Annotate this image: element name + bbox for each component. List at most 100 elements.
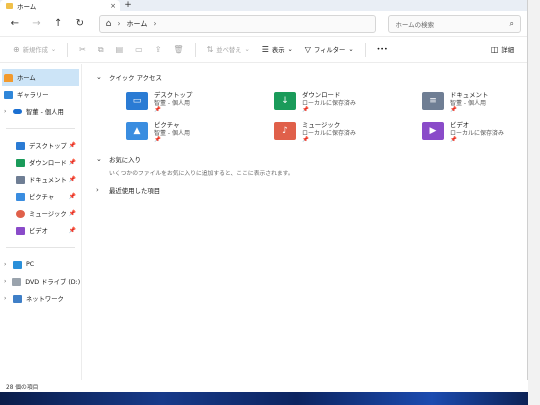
status-bar: 28 個の項目 (0, 380, 528, 392)
item-location: 智董 - 個人用 (450, 99, 486, 107)
chevron-right-icon[interactable]: › (4, 108, 9, 115)
forward-button[interactable]: → (28, 15, 46, 33)
sidebar-item-label: ドキュメント (29, 177, 67, 184)
pin-icon: 📌 (450, 137, 457, 143)
sidebar-item-network[interactable]: › ネットワーク (0, 290, 81, 307)
gallery-icon (4, 90, 13, 99)
pin-icon[interactable]: 📌 (69, 142, 76, 149)
scissors-icon: ✂ (79, 45, 86, 54)
video-folder-icon: ▶ (422, 122, 444, 140)
chevron-down-icon: ⌄ (244, 46, 250, 53)
pin-icon[interactable]: 📌 (69, 227, 76, 234)
desktop-wallpaper (0, 392, 540, 405)
file-explorer-window: ホーム × + ← → ↑ ↻ ⌂ › ホーム › ホームの検索 ⌕ ⊕ 新規作… (0, 0, 528, 392)
rename-icon: ▭ (135, 45, 143, 54)
document-icon (16, 175, 25, 184)
sidebar-item-downloads[interactable]: ダウンロード 📌 (0, 154, 81, 171)
sidebar-item-label: ピクチャ (29, 194, 55, 201)
sidebar-item-desktop[interactable]: デスクトップ 📌 (0, 137, 81, 154)
item-name: ドキュメント (450, 91, 489, 99)
sidebar-item-gallery[interactable]: ギャラリー (0, 86, 81, 103)
sidebar-item-home[interactable]: ホーム (2, 69, 79, 86)
sidebar-item-label: デスクトップ (29, 143, 67, 150)
pin-icon[interactable]: 📌 (69, 176, 76, 183)
quick-access-header[interactable]: ⌄ クイック アクセス (96, 70, 540, 84)
trash-icon: 🗑 (173, 45, 184, 54)
sidebar-item-label: PC (26, 261, 35, 268)
pin-icon: 📌 (302, 107, 309, 113)
paste-button[interactable]: ▤ (111, 41, 129, 59)
sidebar-item-pictures[interactable]: ピクチャ 📌 (0, 188, 81, 205)
chevron-right-icon[interactable]: › (4, 295, 9, 302)
sort-button[interactable]: ⇅ 並べ替え ⌄ (202, 41, 255, 59)
sidebar-item-pc[interactable]: › PC (0, 256, 81, 273)
tab-title: ホーム (17, 2, 37, 11)
up-button[interactable]: ↑ (49, 15, 67, 33)
filter-icon: ▽ (304, 45, 311, 54)
chevron-right-icon[interactable]: › (153, 19, 156, 28)
delete-button[interactable]: 🗑 (168, 41, 188, 59)
pin-icon[interactable]: 📌 (69, 210, 76, 217)
pin-icon[interactable]: 📌 (69, 159, 76, 166)
favorites-header[interactable]: ⌄ お気に入り (96, 152, 540, 166)
back-button[interactable]: ← (6, 15, 24, 33)
search-input[interactable]: ホームの検索 ⌕ (388, 14, 522, 33)
quick-access-music[interactable]: ♪ ミュージック ローカルに保存済み 📌 (274, 121, 422, 146)
desktop-icon (16, 141, 25, 150)
chevron-right-icon[interactable]: › (96, 186, 102, 194)
home-icon (4, 73, 13, 82)
cut-button[interactable]: ✂ (74, 41, 91, 59)
refresh-button[interactable]: ↻ (71, 15, 89, 33)
favorites-empty-hint: いくつかのファイルをお気に入りに追加すると、ここに表示されます。 (109, 171, 294, 177)
new-button[interactable]: ⊕ 新規作成 ⌄ (8, 41, 61, 59)
chevron-down-icon[interactable]: ⌄ (96, 73, 102, 81)
divider (194, 42, 196, 57)
sidebar-item-documents[interactable]: ドキュメント 📌 (0, 171, 81, 188)
copy-button[interactable]: ⧉ (93, 41, 109, 59)
chevron-right-icon[interactable]: › (4, 278, 8, 285)
quick-access-desktop[interactable]: ▭ デスクトップ 智董 - 個人用 📌 (126, 91, 274, 116)
new-tab-button[interactable]: + (120, 0, 136, 11)
section-title: 最近使用した項目 (109, 186, 161, 195)
sidebar-item-label: 智董 - 個人用 (26, 109, 64, 116)
more-options-button[interactable]: ••• (372, 41, 393, 59)
chevron-right-icon[interactable]: › (117, 19, 120, 28)
recent-header[interactable]: › 最近使用した項目 (96, 183, 540, 197)
sort-button-label: 並べ替え (216, 47, 242, 54)
sidebar-item-dvd-drive[interactable]: › DVD ドライブ (D:) CC (0, 273, 81, 290)
tab-home[interactable]: ホーム × (0, 0, 120, 11)
view-list-icon: ☰ (261, 45, 269, 54)
breadcrumb-home[interactable]: ホーム (127, 19, 148, 29)
close-tab-icon[interactable]: × (110, 2, 116, 10)
chevron-down-icon: ⌄ (348, 46, 354, 53)
chevron-down-icon[interactable]: ⌄ (96, 155, 102, 163)
new-button-label: 新規作成 (22, 47, 48, 54)
quick-access-downloads[interactable]: ↓ ダウンロード ローカルに保存済み 📌 (274, 91, 422, 116)
home-icon[interactable]: ⌂ (106, 19, 112, 29)
home-folder-icon (6, 2, 13, 9)
sidebar-item-onedrive[interactable]: › 智董 - 個人用 (0, 103, 81, 120)
divider (6, 128, 75, 129)
sidebar-item-videos[interactable]: ビデオ 📌 (0, 222, 81, 239)
navigation-bar: ← → ↑ ↻ ⌂ › ホーム › ホームの検索 ⌕ (0, 11, 527, 37)
share-button[interactable]: ⇪ (150, 41, 167, 59)
sidebar-item-label: ダウンロード (29, 160, 67, 167)
quick-access-documents[interactable]: ≡ ドキュメント 智董 - 個人用 📌 (422, 91, 540, 116)
quick-access-videos[interactable]: ▶ ビデオ ローカルに保存済み 📌 (422, 121, 540, 146)
chevron-right-icon[interactable]: › (4, 261, 9, 268)
details-button-label: 詳細 (501, 47, 514, 54)
details-button[interactable]: ◫ 詳細 (486, 41, 519, 59)
address-bar[interactable]: ⌂ › ホーム › (98, 14, 377, 33)
view-button[interactable]: ☰ 表示 ⌄ (257, 41, 298, 59)
sidebar-item-music[interactable]: ミュージック 📌 (0, 205, 81, 222)
rename-button[interactable]: ▭ (130, 41, 148, 59)
music-folder-icon: ♪ (274, 122, 296, 140)
pin-icon[interactable]: 📌 (69, 193, 76, 200)
filter-button-label: フィルター (313, 47, 346, 54)
pin-icon: 📌 (302, 137, 309, 143)
filter-button[interactable]: ▽ フィルター ⌄ (300, 41, 359, 59)
copy-icon: ⧉ (97, 44, 104, 54)
picture-icon (16, 192, 25, 201)
sort-icon: ⇅ (206, 45, 214, 54)
quick-access-pictures[interactable]: ▲ ピクチャ 智董 - 個人用 📌 (126, 121, 274, 146)
